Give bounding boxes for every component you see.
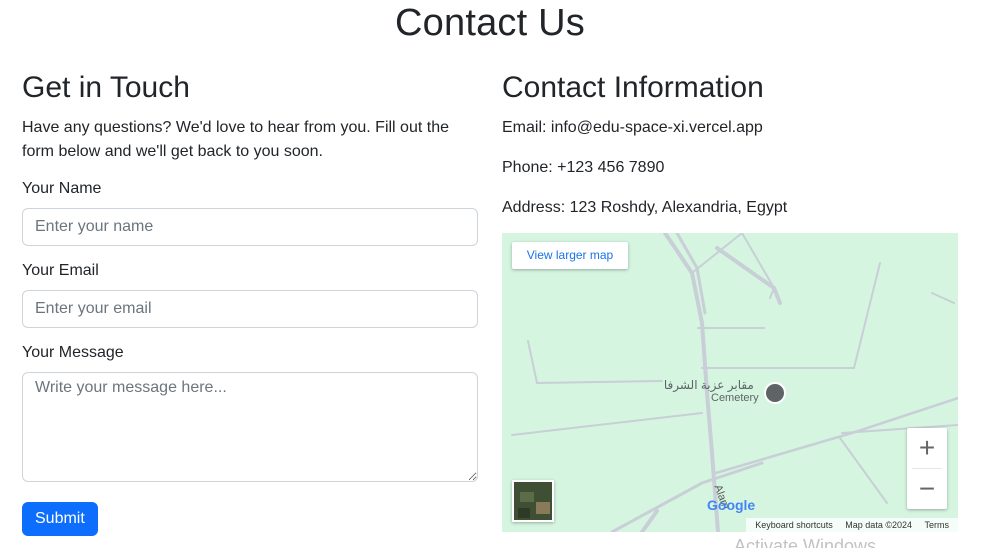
page-title: Contact Us <box>395 2 585 44</box>
zoom-controls: + − <box>907 428 947 509</box>
poi-name: مقابر عزبة الشرفا <box>663 378 754 392</box>
name-group: Your Name <box>22 178 478 246</box>
get-in-touch-heading: Get in Touch <box>22 71 190 104</box>
contact-address: Address: 123 Roshdy, Alexandria, Egypt <box>502 199 788 216</box>
contact-info-section: Contact Information Email: info@edu-spac… <box>502 70 958 532</box>
name-label: Your Name <box>22 180 102 197</box>
view-larger-map-link[interactable]: View larger map <box>512 242 628 269</box>
poi-type: Cemetery <box>711 392 759 404</box>
contact-form-section: Get in Touch Have any questions? We'd lo… <box>22 70 478 536</box>
name-input[interactable] <box>22 208 478 246</box>
google-logo: Google <box>707 497 756 513</box>
message-group: Your Message <box>22 342 478 487</box>
message-label: Your Message <box>22 344 124 361</box>
keyboard-shortcuts-link[interactable]: Keyboard shortcuts <box>755 520 833 530</box>
message-textarea[interactable] <box>22 372 478 482</box>
map-attribution-bar: Keyboard shortcuts Map data ©2024 Terms <box>746 518 958 532</box>
email-input[interactable] <box>22 290 478 328</box>
activate-windows-watermark: Activate Windows <box>734 536 877 548</box>
contact-phone: Phone: +123 456 7890 <box>502 159 665 176</box>
satellite-toggle-thumbnail[interactable] <box>512 480 554 522</box>
satellite-preview-image <box>514 482 552 520</box>
contact-info-heading: Contact Information <box>502 71 764 104</box>
terms-link[interactable]: Terms <box>925 520 950 530</box>
submit-button[interactable]: Submit <box>22 502 98 536</box>
email-group: Your Email <box>22 260 478 328</box>
cemetery-pin-icon[interactable] <box>764 382 786 404</box>
zoom-out-button[interactable]: − <box>907 469 947 509</box>
email-label: Your Email <box>22 262 99 279</box>
embedded-map[interactable]: View larger map مقابر عزبة الشرفا Cemete… <box>502 233 958 532</box>
zoom-in-button[interactable]: + <box>907 428 947 468</box>
contact-form: Your Name Your Email Your Message Submit <box>22 178 478 536</box>
intro-text: Have any questions? We'd love to hear fr… <box>22 119 449 160</box>
poi-label[interactable]: مقابر عزبة الشرفا Cemetery <box>659 379 759 405</box>
contact-email: Email: info@edu-space-xi.vercel.app <box>502 119 763 136</box>
map-data-text: Map data ©2024 <box>845 520 912 530</box>
